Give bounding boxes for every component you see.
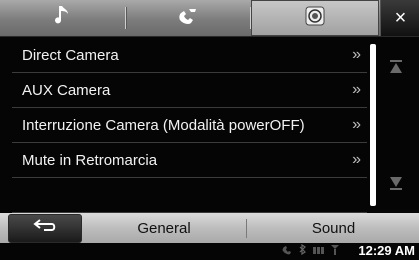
clock: 12:29 AM	[358, 243, 415, 258]
general-button[interactable]: General	[84, 213, 244, 243]
top-tab-bar: ×	[0, 0, 419, 37]
status-bar: 12:29 AM	[0, 243, 419, 258]
close-button[interactable]: ×	[380, 0, 419, 36]
music-note-icon	[54, 5, 71, 31]
phone-icon	[177, 6, 199, 31]
settings-list: Direct Camera » AUX Camera » Interruzion…	[12, 38, 367, 213]
back-arrow-icon	[32, 218, 58, 239]
status-icons	[282, 242, 340, 260]
phone-status-icon	[282, 242, 294, 260]
list-item-empty	[12, 178, 367, 213]
list-item-direct-camera[interactable]: Direct Camera »	[12, 38, 367, 73]
tab-audio[interactable]	[0, 0, 125, 36]
battery-icon	[312, 242, 326, 260]
bottom-divider	[246, 219, 247, 238]
list-item-reverse-mute[interactable]: Mute in Retromarcia »	[12, 143, 367, 178]
scroll-down-icon	[389, 176, 403, 195]
double-chevron-right-icon: »	[352, 46, 361, 63]
double-chevron-right-icon: »	[352, 81, 361, 98]
tab-camera[interactable]	[251, 0, 379, 36]
scrollbar[interactable]	[370, 44, 376, 206]
back-button[interactable]	[8, 214, 82, 243]
sound-button[interactable]: Sound	[248, 213, 419, 243]
camera-lens-icon	[305, 6, 325, 31]
bluetooth-icon	[298, 242, 308, 260]
general-label: General	[137, 219, 191, 237]
double-chevron-right-icon: »	[352, 151, 361, 168]
list-item-label: AUX Camera	[22, 81, 111, 99]
signal-icon	[330, 242, 340, 260]
list-item-aux-camera[interactable]: AUX Camera »	[12, 73, 367, 108]
scroll-up-button[interactable]	[383, 56, 409, 82]
scroll-up-icon	[389, 59, 403, 79]
tab-phone[interactable]	[126, 0, 250, 36]
list-item-label: Direct Camera	[22, 46, 119, 64]
list-item-label: Mute in Retromarcia	[22, 151, 158, 169]
list-item-camera-interrupt[interactable]: Interruzione Camera (Modalità powerOFF) …	[12, 108, 367, 143]
scroll-down-button[interactable]	[383, 172, 409, 198]
sound-label: Sound	[311, 219, 356, 237]
list-item-label: Interruzione Camera (Modalità powerOFF)	[22, 116, 305, 134]
close-icon: ×	[394, 6, 407, 29]
bottom-bar: General Sound	[0, 213, 419, 243]
double-chevron-right-icon: »	[352, 116, 361, 133]
